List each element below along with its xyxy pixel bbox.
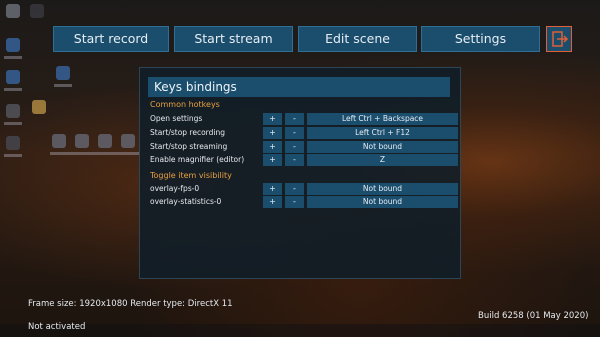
add-binding-button[interactable]: +	[263, 127, 282, 139]
exit-button[interactable]	[546, 26, 572, 52]
add-binding-button[interactable]: +	[263, 183, 282, 195]
remove-binding-button[interactable]: -	[285, 113, 304, 125]
section-title-toggle-item-visibility: Toggle item visibility	[150, 171, 232, 180]
settings-button[interactable]: Settings	[421, 26, 540, 52]
remove-binding-button[interactable]: -	[285, 141, 304, 153]
desktop-app-icon	[75, 134, 89, 148]
activation-status-text: Not activated	[28, 322, 86, 332]
desktop-app-icon	[30, 4, 44, 18]
remove-binding-button[interactable]: -	[285, 154, 304, 166]
binding-field[interactable]: Left Ctrl + Backspace	[307, 113, 458, 125]
frame-info-text: Frame size: 1920x1080 Render type: Direc…	[28, 299, 233, 309]
desktop-app-icon	[98, 134, 112, 148]
add-binding-button[interactable]: +	[263, 113, 282, 125]
hotkey-label: Start/stop streaming	[150, 142, 228, 151]
exit-icon	[552, 31, 569, 47]
desktop-app-icon	[6, 104, 20, 118]
hotkey-label: Enable magnifier (editor)	[150, 155, 245, 164]
hotkey-label: Start/stop recording	[150, 128, 225, 137]
taskbar	[0, 324, 600, 337]
hotkey-label: overlay-statistics-0	[150, 197, 222, 206]
binding-field[interactable]: Left Ctrl + F12	[307, 127, 458, 139]
dialog-title: Keys bindings	[148, 77, 450, 97]
hotkey-row: overlay-statistics-0 + - Not bound	[150, 196, 458, 208]
binding-field[interactable]: Not bound	[307, 141, 458, 153]
add-binding-button[interactable]: +	[263, 196, 282, 208]
start-record-button[interactable]: Start record	[53, 26, 169, 52]
binding-field[interactable]: Not bound	[307, 196, 458, 208]
desktop-app-icon	[56, 66, 70, 80]
hotkey-label: Open settings	[150, 114, 203, 123]
section-title-common-hotkeys: Common hotkeys	[150, 100, 220, 109]
start-stream-button[interactable]: Start stream	[174, 26, 293, 52]
hotkey-label: overlay-fps-0	[150, 184, 200, 193]
binding-field[interactable]: Z	[307, 154, 458, 166]
edit-scene-button[interactable]: Edit scene	[298, 26, 417, 52]
remove-binding-button[interactable]: -	[285, 183, 304, 195]
hotkey-row: Start/stop streaming + - Not bound	[150, 141, 458, 153]
desktop-app-icon	[121, 134, 135, 148]
desktop-app-icon	[6, 4, 20, 18]
remove-binding-button[interactable]: -	[285, 196, 304, 208]
desktop-app-icon	[6, 70, 20, 84]
main-toolbar: Start record Start stream Edit scene Set…	[0, 26, 600, 52]
remove-binding-button[interactable]: -	[285, 127, 304, 139]
desktop-app-icon	[32, 100, 46, 114]
build-info-text: Build 6258 (01 May 2020)	[478, 311, 589, 321]
binding-field[interactable]: Not bound	[307, 183, 458, 195]
key-bindings-dialog: Keys bindings Common hotkeys Open settin…	[139, 67, 461, 279]
hotkey-row: Start/stop recording + - Left Ctrl + F12	[150, 127, 458, 139]
desktop-app-icon	[6, 136, 20, 150]
hotkey-row: overlay-fps-0 + - Not bound	[150, 183, 458, 195]
hotkey-row: Enable magnifier (editor) + - Z	[150, 154, 458, 166]
desktop-app-icon	[52, 134, 66, 148]
add-binding-button[interactable]: +	[263, 141, 282, 153]
add-binding-button[interactable]: +	[263, 154, 282, 166]
hotkey-row: Open settings + - Left Ctrl + Backspace	[150, 113, 458, 125]
